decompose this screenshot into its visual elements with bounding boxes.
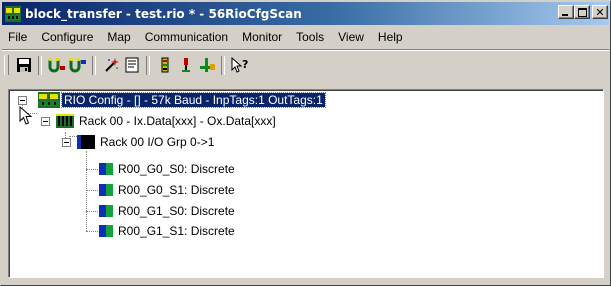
menu-help[interactable]: Help (371, 30, 410, 44)
menu-bar: File Configure Map Communication Monitor… (2, 28, 410, 46)
tree-node-root-label[interactable]: RIO Config - [] - 57k Baud - InpTags:1 O… (61, 92, 326, 108)
rio-app-icon (5, 5, 21, 22)
tree-line (86, 211, 98, 212)
discrete-tag-icon (99, 225, 113, 237)
menu-tools[interactable]: Tools (289, 30, 331, 44)
save-button[interactable] (13, 55, 34, 76)
toolbar-separator (221, 55, 225, 75)
menu-map[interactable]: Map (100, 30, 137, 44)
module-button[interactable] (154, 55, 175, 76)
toolbar: ? (4, 53, 250, 77)
plug-icon (181, 58, 190, 72)
rio-config-icon (38, 92, 60, 108)
tree-node-tag[interactable]: R00_G1_S0: Discrete (99, 202, 237, 220)
mouse-cursor-icon (19, 106, 33, 125)
tree-node-rack[interactable]: Rack 00 - Ix.Data[xxx] - Ox.Data[xxx] (56, 112, 278, 130)
menu-communication[interactable]: Communication (138, 30, 235, 44)
tree-line (86, 231, 98, 232)
disconnect-button[interactable] (67, 55, 88, 76)
tree-line (69, 136, 77, 137)
maximize-button[interactable] (574, 5, 590, 19)
tree-node-tag-label[interactable]: R00_G1_S0: Discrete (116, 204, 237, 218)
tree-node-tag-label[interactable]: R00_G0_S0: Discrete (116, 162, 237, 176)
io-group-icon (77, 135, 95, 149)
tree-line (86, 169, 98, 170)
caption-buttons: ✕ (558, 5, 608, 19)
tree-node-rack-label[interactable]: Rack 00 - Ix.Data[xxx] - Ox.Data[xxx] (77, 114, 278, 128)
branch-icon (199, 58, 215, 72)
menu-file[interactable]: File (2, 30, 34, 44)
tree-node-root[interactable]: RIO Config - [] - 57k Baud - InpTags:1 O… (38, 91, 326, 109)
toolbar-divider (2, 49, 609, 51)
root-expander[interactable] (18, 96, 27, 105)
tree-node-group[interactable]: Rack 00 I/O Grp 0->1 (77, 133, 216, 151)
tree-node-group-label[interactable]: Rack 00 I/O Grp 0->1 (98, 135, 216, 149)
svg-text:?: ? (242, 58, 248, 71)
disconnect-icon (69, 58, 86, 73)
rack-expander[interactable] (41, 117, 50, 126)
context-help-button[interactable]: ? (229, 55, 250, 76)
properties-icon (125, 57, 138, 73)
branch-button[interactable] (196, 55, 217, 76)
discrete-tag-icon (99, 205, 113, 217)
tree-node-tag[interactable]: R00_G1_S1: Discrete (99, 222, 237, 240)
wizard-button[interactable] (100, 55, 121, 76)
tree-node-tag-label[interactable]: R00_G1_S1: Discrete (116, 224, 237, 238)
connect-button[interactable] (46, 55, 67, 76)
tree-node-tag[interactable]: R00_G0_S1: Discrete (99, 181, 237, 199)
app-window: block_transfer - test.rio * - 56RioCfgSc… (0, 0, 611, 286)
wand-icon (104, 58, 119, 72)
module-icon (161, 57, 168, 73)
tree-line (86, 190, 98, 191)
group-expander[interactable] (62, 138, 71, 147)
tree-node-tag-label[interactable]: R00_G0_S1: Discrete (116, 183, 237, 197)
close-icon: ✕ (595, 5, 605, 19)
window-title: block_transfer - test.rio * - 56RioCfgSc… (25, 6, 302, 21)
close-button[interactable]: ✕ (592, 5, 608, 19)
menu-view[interactable]: View (331, 30, 371, 44)
toolbar-grip[interactable] (4, 55, 9, 75)
toolbar-separator (92, 55, 96, 75)
menu-monitor[interactable]: Monitor (235, 30, 289, 44)
maximize-icon (578, 8, 587, 17)
minimize-icon (562, 14, 568, 16)
save-icon (16, 58, 31, 72)
config-tree-pane[interactable]: RIO Config - [] - 57k Baud - InpTags:1 O… (8, 89, 604, 278)
discrete-tag-icon (99, 184, 113, 196)
title-bar[interactable]: block_transfer - test.rio * - 56RioCfgSc… (2, 2, 609, 25)
menu-configure[interactable]: Configure (34, 30, 100, 44)
toolbar-separator (146, 55, 150, 75)
discrete-tag-icon (99, 163, 113, 175)
connect-icon (48, 58, 65, 73)
config-tree[interactable]: RIO Config - [] - 57k Baud - InpTags:1 O… (9, 90, 603, 277)
rack-icon (56, 114, 74, 128)
plug-button[interactable] (175, 55, 196, 76)
tree-node-tag[interactable]: R00_G0_S0: Discrete (99, 160, 237, 178)
properties-button[interactable] (121, 55, 142, 76)
help-pointer-icon: ? (231, 57, 248, 73)
tree-line (86, 151, 87, 231)
toolbar-separator (38, 55, 42, 75)
minimize-button[interactable] (558, 5, 574, 19)
